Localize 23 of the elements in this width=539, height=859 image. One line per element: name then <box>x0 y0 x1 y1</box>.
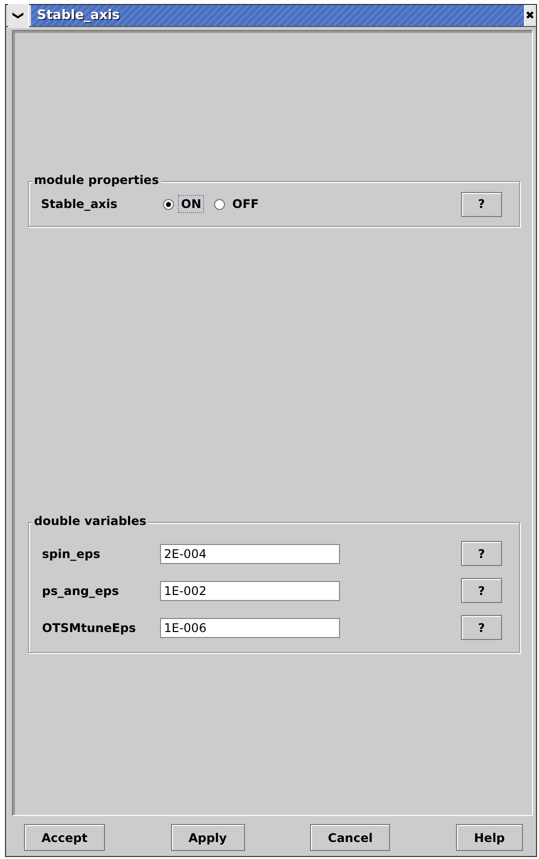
option-label[interactable]: OFF <box>229 195 262 213</box>
help-button[interactable]: ? <box>461 541 502 566</box>
option-label[interactable]: ON <box>178 195 204 213</box>
radio-button[interactable] <box>163 198 174 210</box>
help-button[interactable]: ? <box>461 192 502 216</box>
dialog-button[interactable]: Accept <box>24 824 105 851</box>
property-label: Stable_axis <box>41 197 118 211</box>
help-button[interactable]: ? <box>461 578 502 603</box>
menu-button[interactable]: ❯ <box>8 3 29 28</box>
dialog-button[interactable]: Cancel <box>310 824 390 851</box>
close-button[interactable]: ✖ <box>524 5 536 26</box>
variable-label: ps_ang_eps <box>42 584 120 598</box>
value-field[interactable]: 1E-006 <box>160 618 340 638</box>
radio-button[interactable] <box>214 198 226 210</box>
value-field[interactable]: 1E-002 <box>160 580 340 600</box>
dialog-button[interactable]: Help <box>456 824 523 851</box>
group-title: module properties <box>32 173 161 188</box>
dialog-button[interactable]: Apply <box>170 824 245 851</box>
variable-label: spin_eps <box>42 546 102 560</box>
window-title: Stable_axis <box>31 5 524 26</box>
help-button[interactable]: ? <box>461 615 502 640</box>
variable-label: OTSMtuneEps <box>42 620 137 634</box>
value-field[interactable]: 2E-004 <box>160 544 340 564</box>
